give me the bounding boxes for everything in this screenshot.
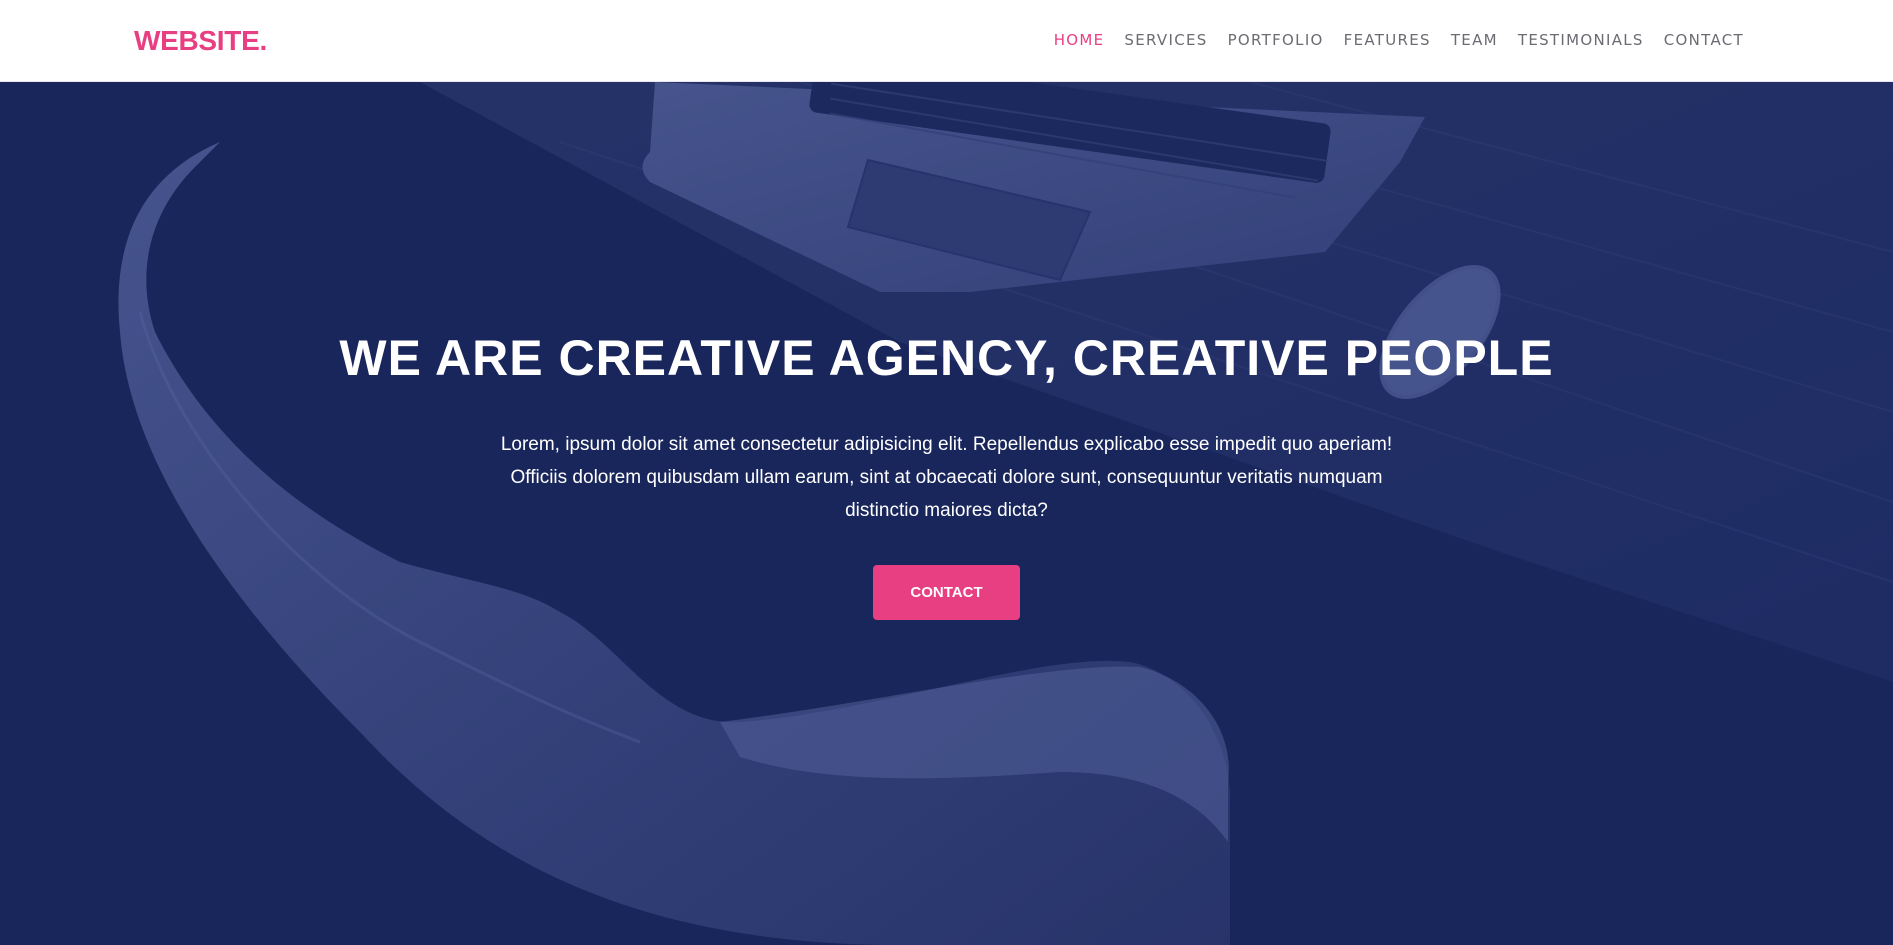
nav-item-home: HOME — [1054, 31, 1105, 50]
nav-item-features: FEATURES — [1344, 31, 1431, 50]
navbar: WEBSITE. HOME SERVICES PORTFOLIO FEATURE… — [0, 0, 1893, 82]
hero-section: WE ARE CREATIVE AGENCY, CREATIVE PEOPLE … — [0, 82, 1893, 945]
hero-content: WE ARE CREATIVE AGENCY, CREATIVE PEOPLE … — [0, 328, 1893, 620]
hero-title: WE ARE CREATIVE AGENCY, CREATIVE PEOPLE — [339, 330, 1554, 386]
nav-item-testimonials: TESTIMONIALS — [1518, 31, 1644, 50]
nav-link-features[interactable]: FEATURES — [1344, 31, 1431, 49]
nav-item-contact: CONTACT — [1664, 31, 1744, 50]
nav-item-portfolio: PORTFOLIO — [1228, 31, 1324, 50]
nav-link-home[interactable]: HOME — [1054, 31, 1105, 49]
nav-item-services: SERVICES — [1124, 31, 1207, 50]
nav-link-services[interactable]: SERVICES — [1124, 31, 1207, 49]
site-logo[interactable]: WEBSITE. — [134, 25, 267, 57]
nav-menu: HOME SERVICES PORTFOLIO FEATURES TEAM TE… — [1034, 31, 1744, 50]
nav-link-team[interactable]: TEAM — [1451, 31, 1498, 49]
nav-link-portfolio[interactable]: PORTFOLIO — [1228, 31, 1324, 49]
nav-link-contact[interactable]: CONTACT — [1664, 31, 1744, 49]
nav-item-team: TEAM — [1451, 31, 1498, 50]
hero-description: Lorem, ipsum dolor sit amet consectetur … — [500, 434, 1393, 521]
contact-button[interactable]: CONTACT — [873, 565, 1020, 620]
nav-link-testimonials[interactable]: TESTIMONIALS — [1518, 31, 1644, 49]
